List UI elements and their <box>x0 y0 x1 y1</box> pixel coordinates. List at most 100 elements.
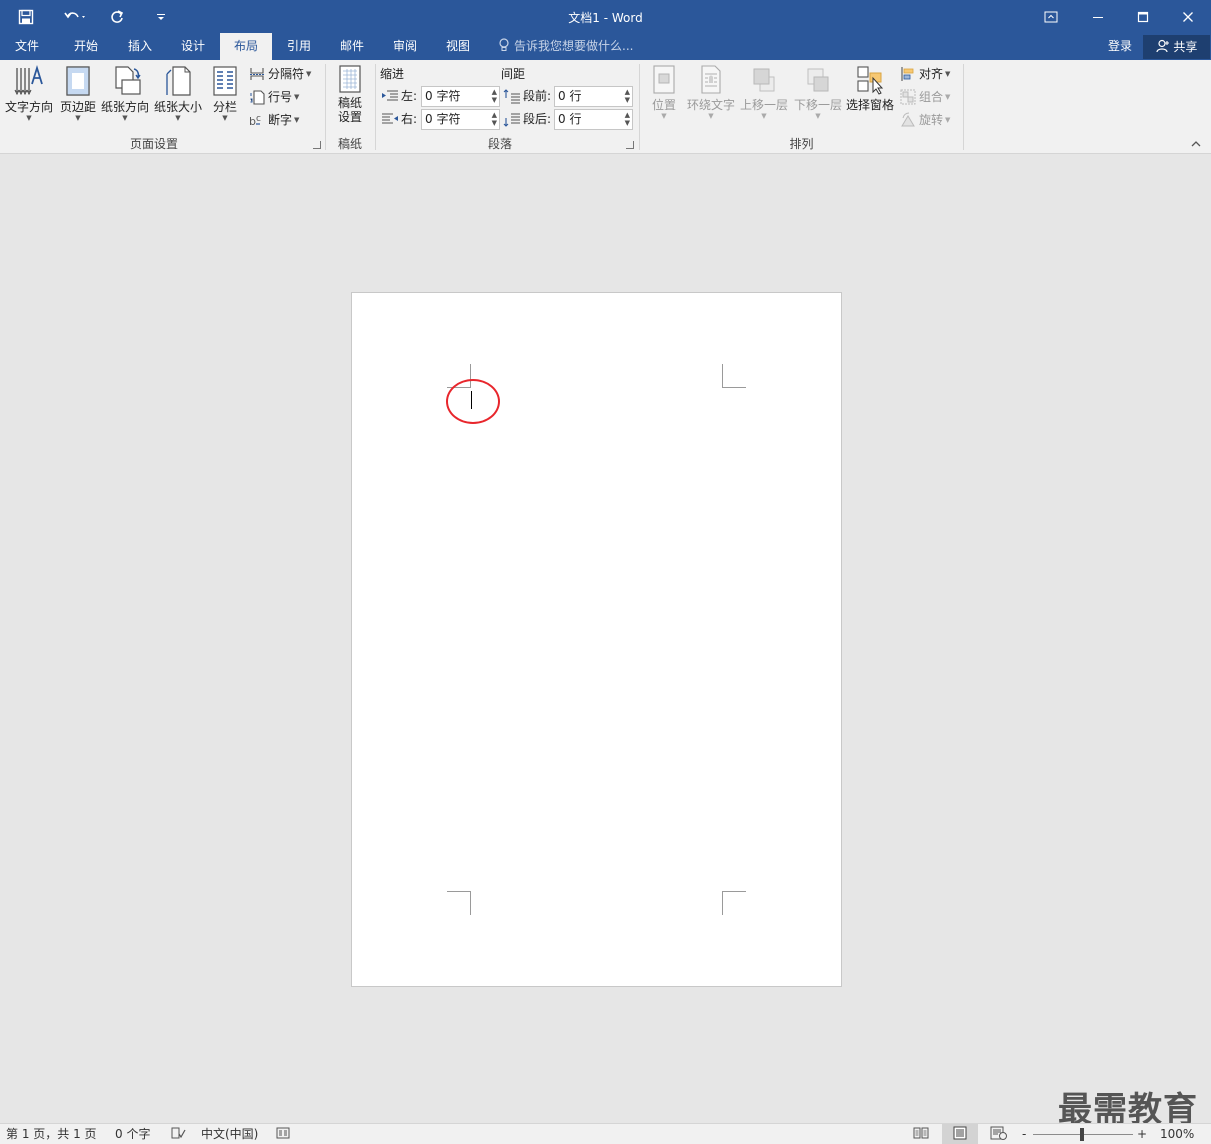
undo-button[interactable] <box>56 0 94 33</box>
hyphenation-label: 断字 <box>268 113 293 127</box>
share-button[interactable]: 共享 <box>1143 35 1210 59</box>
zoom-slider-thumb[interactable] <box>1080 1128 1084 1141</box>
indent-left-label: 左: <box>401 89 418 103</box>
page-setup-group-label: 页面设置 <box>129 137 178 151</box>
paper-size-icon <box>166 66 191 96</box>
breaks-button[interactable]: 分隔符 ▼ <box>249 64 311 84</box>
text-direction-icon <box>14 64 43 96</box>
tab-home[interactable]: 开始 <box>60 33 112 60</box>
maximize-icon <box>1137 11 1149 22</box>
manuscript-settings-button[interactable]: 稿纸 设置 <box>330 64 370 124</box>
align-button[interactable]: 对齐 ▼ <box>900 64 950 84</box>
zoom-in-button[interactable]: + <box>1137 1124 1147 1144</box>
selection-pane-icon <box>857 66 884 95</box>
sign-in-link[interactable]: 登录 <box>1108 33 1132 60</box>
spacing-after-label: 段后: <box>523 112 552 126</box>
minimize-button[interactable] <box>1075 0 1121 33</box>
indent-right-input[interactable]: 0 字符 ▲ ▼ <box>421 109 500 130</box>
word-count-status[interactable]: 0 个字 <box>115 1124 150 1144</box>
tell-me-text: 告诉我您想要做什么... <box>514 39 634 53</box>
spin-arrows-icon[interactable]: ▲ ▼ <box>492 88 497 104</box>
crop-mark-bottom-right <box>722 891 746 915</box>
wrap-text-button[interactable]: 环绕文字 ▼ <box>684 64 738 120</box>
tab-references[interactable]: 引用 <box>273 33 325 60</box>
language-status[interactable]: 中文(中国) <box>201 1124 258 1144</box>
group-button[interactable]: 组合 ▼ <box>900 87 950 107</box>
bring-forward-button[interactable]: 上移一层 ▼ <box>738 64 790 120</box>
send-backward-button[interactable]: 下移一层 ▼ <box>792 64 844 120</box>
save-button[interactable] <box>10 0 42 33</box>
size-button[interactable]: 纸张大小 ▼ <box>152 64 204 122</box>
size-label: 纸张大小 <box>153 100 202 114</box>
selection-pane-label: 选择窗格 <box>845 98 894 112</box>
line-numbers-button[interactable]: 行号 ▼ <box>249 87 299 107</box>
hyphenation-button[interactable]: bc 断字 ▼ <box>249 110 299 130</box>
dropdown-arrow-icon: ▼ <box>122 114 128 122</box>
columns-icon <box>213 66 237 96</box>
redo-button[interactable] <box>104 0 130 33</box>
document-page[interactable] <box>351 292 842 987</box>
ribbon-display-options-button[interactable] <box>1028 0 1074 33</box>
tell-me-box[interactable]: 告诉我您想要做什么... <box>498 33 633 60</box>
rotate-button[interactable]: 旋转 ▼ <box>900 110 950 130</box>
page-setup-launcher-icon[interactable] <box>313 141 321 149</box>
indent-left-input[interactable]: 0 字符 ▲ ▼ <box>421 86 500 107</box>
spacing-after-input[interactable]: 0 行 ▲ ▼ <box>554 109 633 130</box>
close-icon <box>1183 11 1193 22</box>
tab-view[interactable]: 视图 <box>432 33 484 60</box>
orientation-label: 纸张方向 <box>100 100 149 114</box>
breaks-label: 分隔符 <box>268 67 305 81</box>
tab-insert[interactable]: 插入 <box>114 33 166 60</box>
zoom-level[interactable]: 100% <box>1160 1124 1194 1144</box>
ribbon-tabs: 文件 开始 插入 设计 布局 引用 邮件 审阅 视图 告诉我您想要做什么... … <box>0 33 1211 60</box>
indent-right-value: 0 字符 <box>425 112 461 126</box>
dropdown-arrow-icon: ▼ <box>945 70 951 78</box>
tab-design[interactable]: 设计 <box>167 33 219 60</box>
print-layout-icon <box>953 1126 967 1140</box>
position-button[interactable]: 位置 ▼ <box>644 64 684 120</box>
wrap-text-label: 环绕文字 <box>686 98 735 112</box>
collapse-ribbon-button[interactable] <box>1190 138 1202 152</box>
paragraph-launcher-icon[interactable] <box>626 141 634 149</box>
lightbulb-icon <box>499 38 509 51</box>
dropdown-arrow-icon: ▼ <box>761 112 767 120</box>
spin-arrows-icon[interactable]: ▲ ▼ <box>492 111 497 127</box>
tab-layout[interactable]: 布局 <box>220 33 272 60</box>
zoom-out-button[interactable]: - <box>1022 1124 1026 1144</box>
breaks-icon <box>250 68 264 80</box>
proofing-status[interactable] <box>170 1124 186 1144</box>
margins-button[interactable]: 页边距 ▼ <box>57 64 99 122</box>
title-bar: 文档1 - Word <box>0 0 1211 33</box>
spin-arrows-icon[interactable]: ▲ ▼ <box>625 111 630 127</box>
macro-status[interactable] <box>276 1124 290 1144</box>
group-separator <box>375 64 376 150</box>
margins-icon <box>66 66 90 96</box>
selection-pane-button[interactable]: 选择窗格 <box>845 64 895 112</box>
close-button[interactable] <box>1165 0 1211 33</box>
customize-qat-button[interactable] <box>150 0 172 33</box>
read-mode-button[interactable] <box>913 1124 929 1144</box>
orientation-button[interactable]: 纸张方向 ▼ <box>100 64 150 122</box>
paragraph-group-label: 段落 <box>487 137 512 151</box>
position-label: 位置 <box>651 98 676 112</box>
page-count-status[interactable]: 第 1 页，共 1 页 <box>6 1124 97 1144</box>
print-layout-button[interactable] <box>942 1124 978 1144</box>
maximize-button[interactable] <box>1120 0 1166 33</box>
web-layout-button[interactable] <box>990 1124 1008 1144</box>
group-separator <box>639 64 640 150</box>
spacing-before-value: 0 行 <box>558 89 582 103</box>
read-mode-icon <box>913 1127 929 1139</box>
tab-mailings[interactable]: 邮件 <box>326 33 378 60</box>
text-direction-button[interactable]: 文字方向 ▼ <box>4 64 54 122</box>
tab-file[interactable]: 文件 <box>2 33 52 60</box>
spin-arrows-icon[interactable]: ▲ ▼ <box>625 88 630 104</box>
group-label: 组合 <box>919 90 944 104</box>
spacing-before-input[interactable]: 0 行 ▲ ▼ <box>554 86 633 107</box>
crop-mark-top-right <box>722 364 746 388</box>
tab-review[interactable]: 审阅 <box>379 33 431 60</box>
indent-right-label: 右: <box>401 112 418 126</box>
web-layout-icon <box>990 1126 1007 1140</box>
orientation-icon <box>115 66 141 95</box>
columns-button[interactable]: 分栏 ▼ <box>208 64 242 122</box>
dropdown-arrow-icon: ▼ <box>75 114 81 122</box>
